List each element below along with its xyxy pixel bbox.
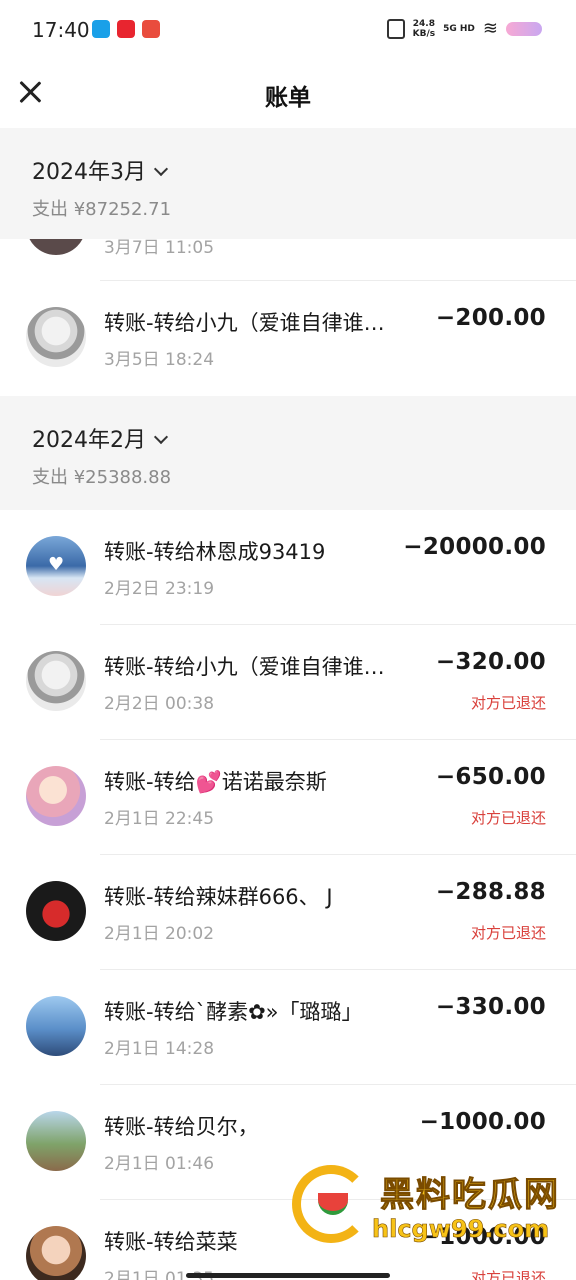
avatar <box>26 307 86 367</box>
watermark-title: 黑料吃瓜网 <box>380 1175 560 1216</box>
transaction-amount: −200.00 <box>435 305 546 331</box>
transaction-row[interactable]: 转账-转给林恩成93419 2月2日 23:19 −20000.00 <box>0 510 576 625</box>
signal-icon: 5G HD <box>443 23 475 34</box>
transaction-title: 转账-转给辣妹群666、 J <box>104 885 333 909</box>
transaction-amount: −288.88 <box>435 879 546 905</box>
transaction-amount: −320.00 <box>435 649 546 675</box>
transaction-row[interactable]: 转账-转给💕诺诺最奈斯 2月1日 22:45 −650.00 对方已退还 <box>0 740 576 855</box>
transaction-row[interactable]: 转账-转给`酵素✿»「璐璐」 2月1日 14:28 −330.00 <box>0 970 576 1085</box>
month-expense: 支出 ¥87252.71 <box>32 199 172 220</box>
refund-status: 对方已退还 <box>470 924 546 942</box>
transaction-row[interactable]: 转账-转给小九（爱谁自律谁… 3月5日 18:24 −200.00 <box>0 281 576 396</box>
avatar <box>26 881 86 941</box>
refund-status: 对方已退还 <box>470 809 546 827</box>
transaction-row[interactable]: 转账-转给辣妹群666、 J 2月1日 20:02 −288.88 对方已退还 <box>0 855 576 970</box>
avatar <box>26 996 86 1056</box>
month-header-march: 2024年3月 支出 ¥87252.71 <box>0 128 576 239</box>
avatar <box>26 239 86 255</box>
transaction-time: 3月7日 11:05 <box>104 239 215 258</box>
month-selector[interactable]: 2024年3月 <box>32 154 169 186</box>
transaction-title: 转账-转给`酵素✿»「璐璐」 <box>104 1000 363 1024</box>
transaction-time: 2月1日 01:46 <box>104 1154 215 1174</box>
transaction-title: 转账-转给小九（爱谁自律谁… <box>104 655 385 679</box>
transaction-title: 转账-转给💕诺诺最奈斯 <box>104 770 327 794</box>
watermark-logo: 黑料吃瓜网 hlcgw99.com <box>292 1165 576 1247</box>
transaction-amount: −20000.00 <box>403 534 546 560</box>
transaction-title: 转账-转给贝尔， <box>104 1115 259 1139</box>
transaction-title: 转账-转给小九（爱谁自律谁… <box>104 311 385 335</box>
transaction-time: 2月2日 00:38 <box>104 694 215 714</box>
transaction-time: 3月5日 18:24 <box>104 350 215 370</box>
nav-bar: 账单 <box>0 60 576 128</box>
wifi-icon: ≋ <box>482 18 498 39</box>
transaction-time: 2月1日 20:02 <box>104 924 215 944</box>
month-selector[interactable]: 2024年2月 <box>32 422 169 454</box>
avatar <box>26 766 86 826</box>
app-icon-red2 <box>142 20 160 38</box>
status-time: 17:40 <box>32 18 90 42</box>
network-speed: 24.8 KB/s <box>412 18 436 39</box>
avatar <box>26 1111 86 1171</box>
chevron-down-icon <box>153 161 169 177</box>
chevron-down-icon <box>153 429 169 445</box>
transaction-amount: −1000.00 <box>419 1109 546 1135</box>
transaction-time: 2月2日 23:19 <box>104 579 215 599</box>
transaction-row[interactable]: 转账-转给小九（爱谁自律谁… 2月2日 00:38 −320.00 对方已退还 <box>0 625 576 740</box>
refund-status: 对方已退还 <box>470 694 546 712</box>
status-right: 24.8 KB/s 5G HD ≋ <box>386 18 542 39</box>
refund-status: 对方已退还 <box>470 1269 546 1280</box>
avatar <box>26 651 86 711</box>
avatar <box>26 1226 86 1280</box>
watermark-url: hlcgw99.com <box>372 1215 550 1244</box>
status-app-icons <box>92 20 160 38</box>
month-expense: 支出 ¥25388.88 <box>32 467 172 488</box>
transaction-amount: −650.00 <box>435 764 546 790</box>
battery-icon <box>506 21 542 36</box>
transaction-time: 2月1日 22:45 <box>104 809 215 829</box>
transaction-title: 转账-转给林恩成93419 <box>104 540 326 564</box>
avatar <box>26 536 86 596</box>
month-header-february: 2024年2月 支出 ¥25388.88 <box>0 396 576 510</box>
transaction-time: 2月1日 14:28 <box>104 1039 215 1059</box>
transaction-row[interactable]: 3月7日 11:05 <box>0 239 576 281</box>
status-bar: 17:40 24.8 KB/s 5G HD ≋ <box>0 0 576 60</box>
vibrate-icon <box>386 18 405 39</box>
home-indicator[interactable] <box>186 1273 390 1278</box>
page-title: 账单 <box>265 85 311 111</box>
transaction-amount: −330.00 <box>435 994 546 1020</box>
app-icon-red <box>117 20 135 38</box>
app-icon-blue <box>92 20 110 38</box>
